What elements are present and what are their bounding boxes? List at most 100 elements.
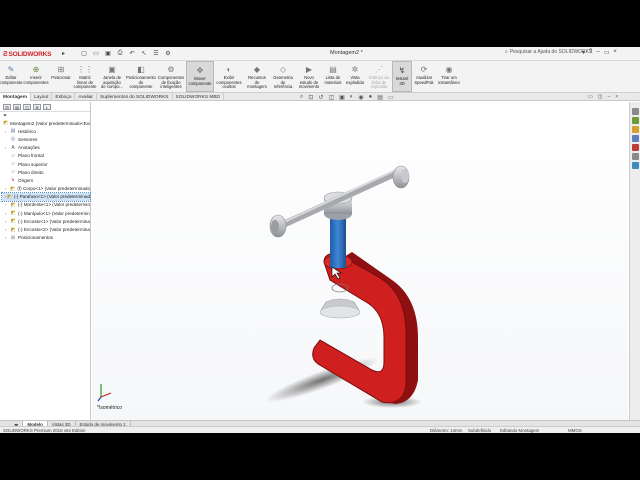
command-10-button[interactable]: ◇ Geometria de referência xyxy=(270,61,296,92)
graphics-area[interactable]: *Isométrico xyxy=(92,102,628,420)
doc-close-icon[interactable]: × xyxy=(615,94,618,100)
status-units[interactable]: MMGS xyxy=(568,428,582,433)
doc-restore-icon[interactable]: ▭ xyxy=(588,94,593,100)
tree-node[interactable]: › ◩ (-) Mordente<1> (Valor predetermin xyxy=(2,201,90,209)
tree-node[interactable]: ▱ Plano superior xyxy=(2,160,90,168)
command-0-button[interactable]: ✎ Editar componente xyxy=(0,61,23,92)
open-icon[interactable]: ▭ xyxy=(92,49,100,58)
print-icon[interactable]: ⎙ xyxy=(116,49,124,58)
view-settings-icon[interactable]: ▭ xyxy=(388,94,394,101)
command-6-label: Componentes de fixação inteligentes xyxy=(157,75,185,90)
scene-icon[interactable]: ▤ xyxy=(377,94,383,101)
command-5-button[interactable]: ◧ Posicionamento de componente xyxy=(126,61,156,92)
new-icon[interactable]: ▢ xyxy=(80,49,88,58)
hide-show-icon[interactable]: ◉ xyxy=(358,94,363,101)
command-17-icon: ◉ xyxy=(445,65,453,74)
command-16-icon: ⟳ xyxy=(420,65,428,74)
tree-filter[interactable]: ⏷ xyxy=(0,112,90,119)
doc-minimize-icon[interactable]: – xyxy=(607,94,610,100)
tree-node[interactable]: ▱ Plano direito xyxy=(2,168,90,176)
command-11-button[interactable]: ▶ Novo estudo de movimento xyxy=(296,61,322,92)
rebuild-icon[interactable]: ☰ xyxy=(152,49,160,58)
restore-icon[interactable]: ▭ xyxy=(604,49,610,56)
tree-node-label: Plano frontal xyxy=(18,153,44,159)
logo-text: SOLIDWORKS xyxy=(8,50,52,58)
resources-icon[interactable] xyxy=(631,108,639,115)
command-tab-2[interactable]: Esboço xyxy=(52,93,76,101)
options-icon[interactable]: ⚙ xyxy=(164,49,172,58)
tree-node[interactable]: › ◩ (-) Parafuso<1> (Valor predeterminad xyxy=(1,191,91,202)
tree-node[interactable]: › ◩ (-) Encosto<1> (Valor predetermina xyxy=(2,217,90,225)
view-orientation-label: *Isométrico xyxy=(97,405,123,411)
search-dropdown-icon[interactable]: ▾ xyxy=(582,49,585,56)
help-icon[interactable]: ? xyxy=(589,49,592,56)
command-tab-3[interactable]: Avaliar xyxy=(75,93,97,101)
command-3-icon: ⋮⋮ xyxy=(77,65,93,74)
command-15-button[interactable]: ↯ Instant 3D xyxy=(392,61,412,92)
command-7-button[interactable]: ✥ Mover componente xyxy=(186,61,214,92)
zoom-fit-icon[interactable]: ⌕ xyxy=(300,94,303,101)
command-16-button[interactable]: ⟳ Atualizar SpeedPak xyxy=(412,61,436,92)
handle-end-left-face xyxy=(271,220,279,234)
view-palette-icon[interactable] xyxy=(631,135,639,142)
zoom-area-icon[interactable]: ⊡ xyxy=(308,94,313,101)
appearance-icon[interactable]: ● xyxy=(369,94,373,100)
display-style-icon[interactable]: ◐ xyxy=(350,94,354,100)
command-tab-0[interactable]: Montagem xyxy=(0,93,31,101)
doc-tile-icon[interactable]: ◫ xyxy=(598,94,603,100)
command-2-button[interactable]: ⊞ Posicionar xyxy=(50,61,72,92)
command-3-button[interactable]: ⋮⋮ Matriz linear de componente xyxy=(72,61,98,92)
tree-node[interactable]: ▱ Plano frontal xyxy=(2,152,90,160)
screw-blue xyxy=(330,212,346,268)
configurationmanager-tab-icon[interactable]: ◫ xyxy=(23,104,31,110)
file-explorer-icon[interactable] xyxy=(631,126,639,133)
task-pane xyxy=(629,102,640,420)
tree-node-label: (-) Encosto<1> (Valor predetermina xyxy=(18,218,90,224)
tree-node[interactable]: › A Anotações xyxy=(2,144,90,152)
command-14-button[interactable]: ⋰ Esboço da linha de explosão xyxy=(366,61,392,92)
command-6-button[interactable]: ⚙ Componentes de fixação inteligentes xyxy=(156,61,186,92)
status-diameter: Diâmetro: 14mm xyxy=(430,428,463,433)
tree-node[interactable]: › ▤ Histórico xyxy=(2,127,90,135)
design-library-icon[interactable] xyxy=(631,117,639,124)
previous-view-icon[interactable]: ↺ xyxy=(318,94,323,101)
section-view-icon[interactable]: ◫ xyxy=(328,94,334,101)
propertymanager-tab-icon[interactable]: ▤ xyxy=(13,104,21,110)
save-icon[interactable]: ▣ xyxy=(104,49,112,58)
close-icon[interactable]: × xyxy=(613,49,617,56)
tree-node[interactable]: › ⊞ Posicionamentos xyxy=(2,234,90,242)
minimize-icon[interactable]: – xyxy=(596,49,599,56)
search-box[interactable]: ⌕ Pesquisar a Ajuda do SOLIDWORKS xyxy=(505,49,592,55)
tree-node[interactable]: › ◩ (-) Manípulo<1> (Valor predetermin xyxy=(2,209,90,217)
command-9-button[interactable]: ◆ Recursos de montagem xyxy=(244,61,270,92)
command-tab-5[interactable]: SOLIDWORKS MBD xyxy=(173,93,225,101)
tree-node[interactable]: › ◩ (-) Encosto<2> (Valor predetermina xyxy=(2,225,90,233)
command-4-button[interactable]: ▣ Janela de aquisição de compo... xyxy=(98,61,126,92)
solidworks-logo[interactable]: Ƨ SOLIDWORKS xyxy=(3,49,51,59)
tree-node[interactable]: ◎ Sensores xyxy=(2,135,90,143)
menu-arrow-icon[interactable]: ▸ xyxy=(62,50,65,57)
undo-icon[interactable]: ↶ xyxy=(128,49,136,58)
forum-icon[interactable] xyxy=(631,162,639,169)
ds-logo-icon: Ƨ xyxy=(3,50,8,58)
appearances-icon[interactable] xyxy=(631,144,639,151)
tree-node[interactable]: ◩ Montagem2 (Valor predeterminado<Exi xyxy=(2,119,90,127)
command-8-button[interactable]: ◐ Exibir componentes ocultos xyxy=(214,61,244,92)
custom-properties-icon[interactable] xyxy=(631,153,639,160)
select-icon[interactable]: ↖ xyxy=(140,49,148,58)
tree-node-label: Sensores xyxy=(18,136,38,142)
command-12-button[interactable]: ▤ Lista de materiais xyxy=(322,61,344,92)
tree-node[interactable]: › ◩ (f) Corpo<1> (Valor predeterminado xyxy=(2,185,90,193)
tree-node[interactable]: ↳ Origem xyxy=(2,176,90,184)
c-clamp-model[interactable] xyxy=(92,102,628,420)
featuremanager-tab-icon[interactable]: ⊟ xyxy=(3,104,11,110)
dimxpert-tab-icon[interactable]: ⊕ xyxy=(33,104,41,110)
display-manager-tab-icon[interactable]: ◐ xyxy=(43,104,51,110)
command-13-button[interactable]: ✲ Vista explodida xyxy=(344,61,366,92)
view-orientation-icon[interactable]: ▣ xyxy=(339,94,345,101)
command-17-button[interactable]: ◉ Tirar um instantâneo xyxy=(436,61,462,92)
command-1-button[interactable]: ⊕ Inserir componentes xyxy=(22,61,50,92)
command-tab-1[interactable]: Layout xyxy=(31,93,53,101)
tree-node-label: (f) Corpo<1> (Valor predeterminado xyxy=(17,186,90,192)
command-tab-4[interactable]: Suplementos do SOLIDWORKS xyxy=(97,93,173,101)
